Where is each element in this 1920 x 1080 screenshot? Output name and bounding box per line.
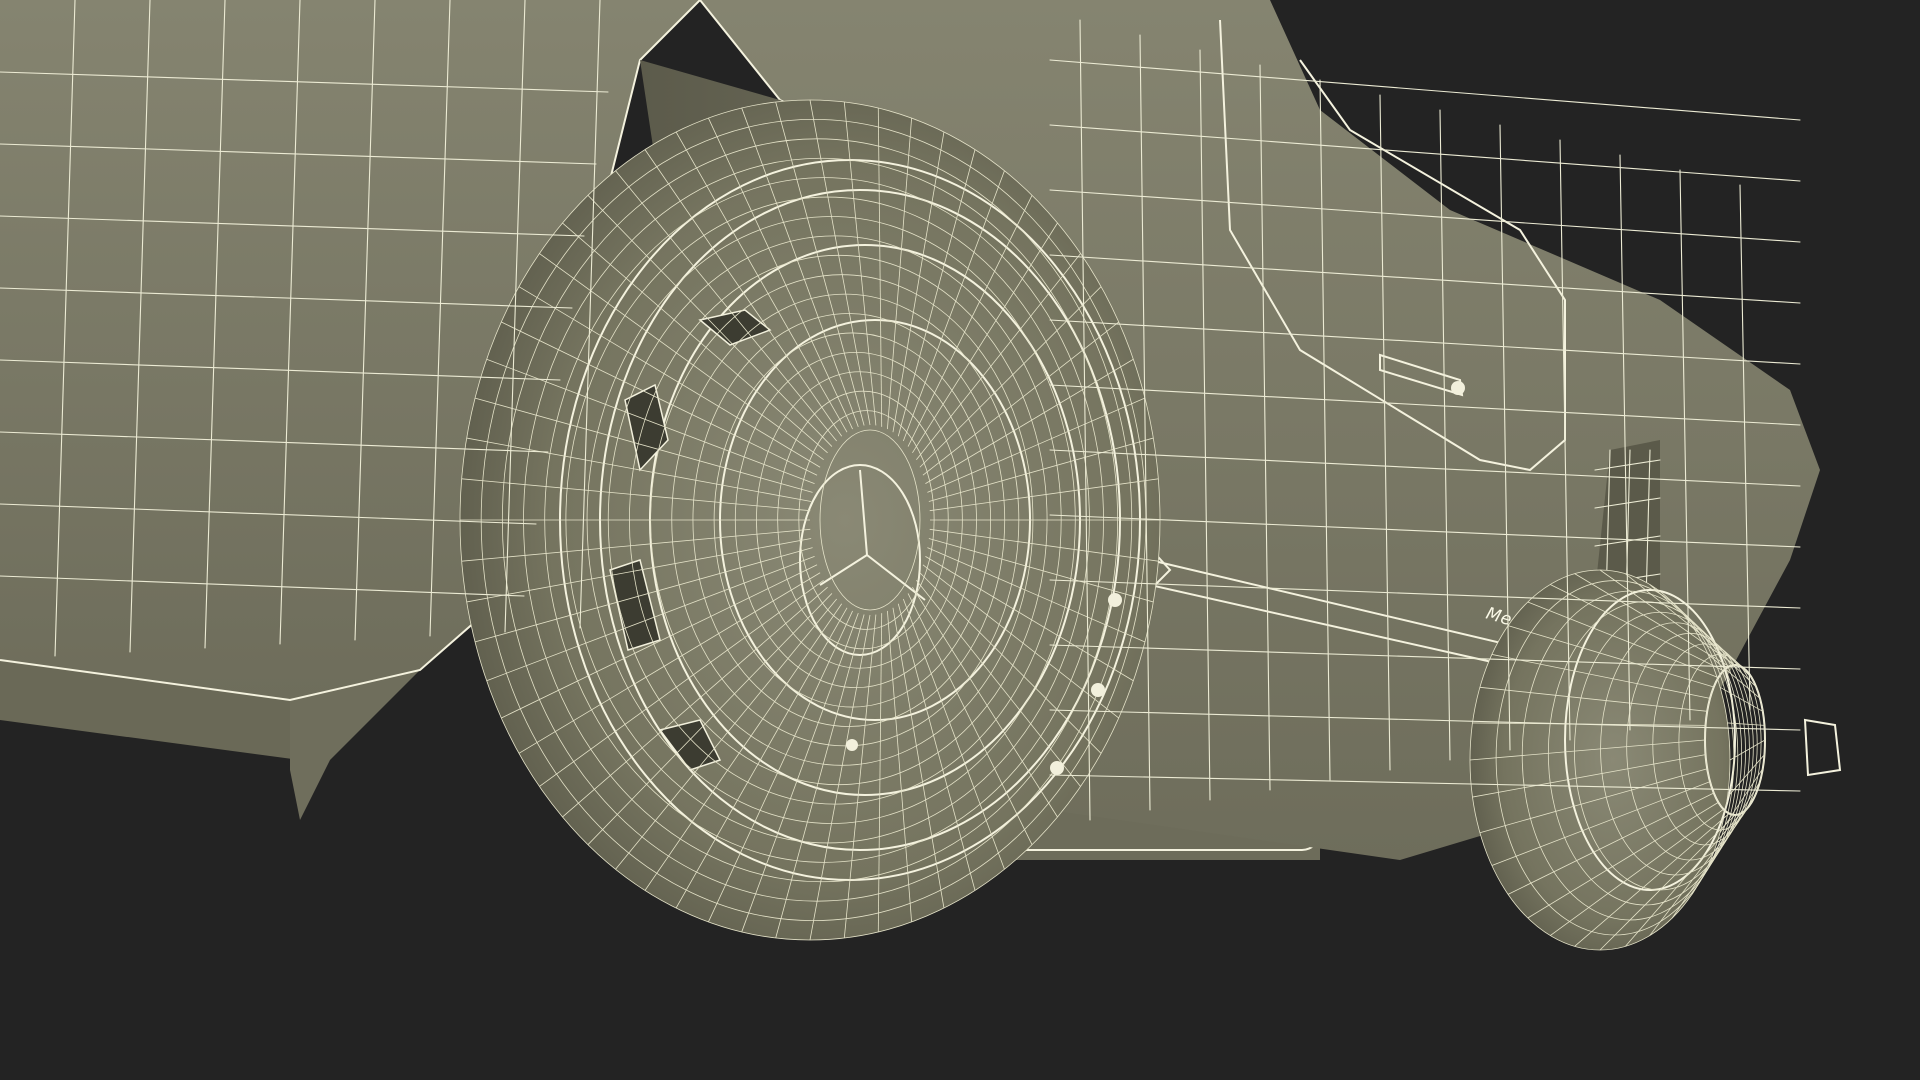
main-wheel xyxy=(459,99,1161,941)
wireframe-car-render: Mercedes Benz xyxy=(0,0,1842,951)
bumper-tip xyxy=(1803,718,1842,777)
door-lock xyxy=(1451,381,1465,395)
